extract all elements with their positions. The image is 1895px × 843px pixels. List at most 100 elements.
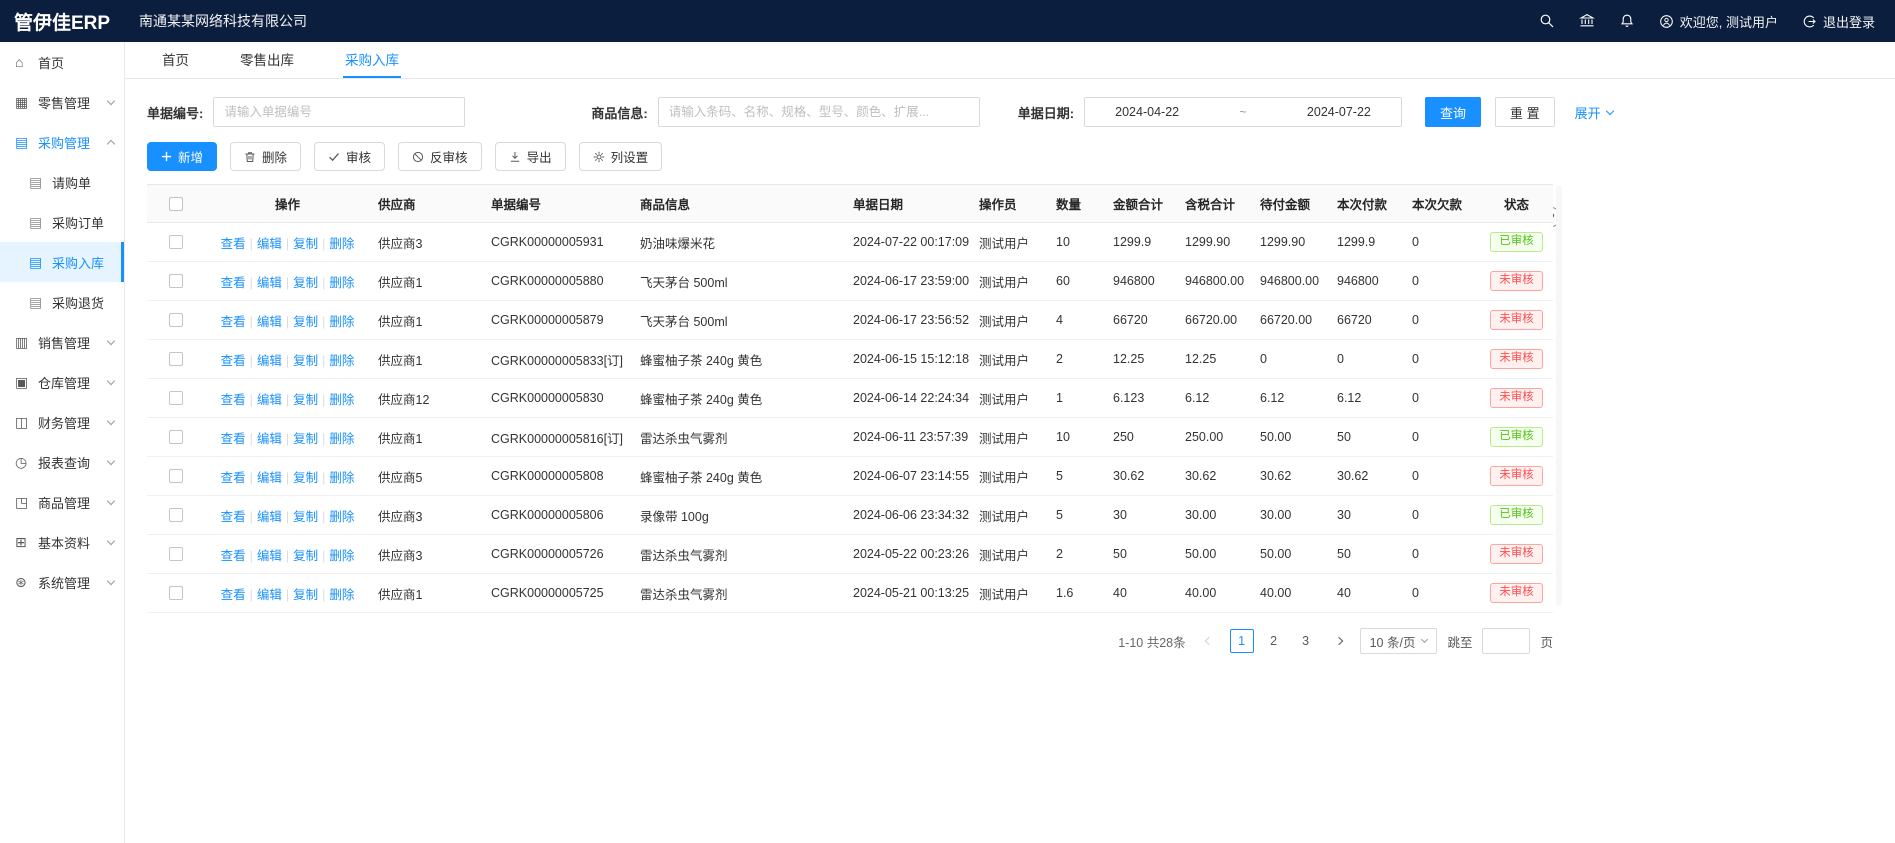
- bell-icon[interactable]: [1619, 13, 1635, 29]
- row-action-edit[interactable]: 编辑: [257, 510, 282, 524]
- sidebar-item-label: 首页: [38, 53, 114, 72]
- delete-button[interactable]: 删除: [230, 142, 301, 171]
- sidebar-item-purchase-return[interactable]: ▤采购退货: [0, 282, 124, 322]
- row-action-view[interactable]: 查看: [221, 549, 246, 563]
- bill-no-input[interactable]: [213, 97, 465, 127]
- jump-page-input[interactable]: [1482, 628, 1530, 654]
- row-action-edit[interactable]: 编辑: [257, 432, 282, 446]
- row-action-edit[interactable]: 编辑: [257, 354, 282, 368]
- column-settings-button[interactable]: 列设置: [579, 142, 663, 171]
- column-header-paid: 本次付款: [1329, 185, 1404, 223]
- sidebar-item-purchase-order[interactable]: ▤采购订单: [0, 202, 124, 242]
- row-action-delete[interactable]: 删除: [329, 471, 354, 485]
- unaudit-button[interactable]: 反审核: [398, 142, 482, 171]
- prev-page-button[interactable]: [1198, 629, 1220, 653]
- tab-home[interactable]: 首页: [160, 42, 191, 78]
- row-checkbox[interactable]: [169, 391, 183, 405]
- row-checkbox[interactable]: [169, 352, 183, 366]
- row-action-edit[interactable]: 编辑: [257, 237, 282, 251]
- logout-button[interactable]: 退出登录: [1802, 12, 1875, 31]
- sidebar-item-report[interactable]: ◷报表查询: [0, 442, 124, 482]
- welcome-user[interactable]: 欢迎您, 测试用户: [1659, 12, 1778, 31]
- row-action-copy[interactable]: 复制: [293, 588, 318, 602]
- search-icon[interactable]: [1539, 13, 1555, 29]
- table-scrollbar[interactable]: [1556, 186, 1562, 606]
- row-action-delete[interactable]: 删除: [329, 432, 354, 446]
- row-action-delete[interactable]: 删除: [329, 354, 354, 368]
- search-button[interactable]: 查询: [1425, 97, 1481, 127]
- row-action-copy[interactable]: 复制: [293, 276, 318, 290]
- row-action-view[interactable]: 查看: [221, 237, 246, 251]
- date-range-picker[interactable]: 2024-04-22 ~ 2024-07-22: [1084, 97, 1402, 127]
- row-action-delete[interactable]: 删除: [329, 237, 354, 251]
- row-action-view[interactable]: 查看: [221, 315, 246, 329]
- row-action-edit[interactable]: 编辑: [257, 315, 282, 329]
- row-action-delete[interactable]: 删除: [329, 276, 354, 290]
- page-size-select[interactable]: 10 条/页: [1360, 628, 1438, 654]
- row-action-delete[interactable]: 删除: [329, 315, 354, 329]
- sidebar-item-retail[interactable]: ▦零售管理: [0, 82, 124, 122]
- date-to[interactable]: 2024-07-22: [1307, 105, 1371, 119]
- date-from[interactable]: 2024-04-22: [1115, 105, 1179, 119]
- sidebar-item-purchase-request[interactable]: ▤请购单: [0, 162, 124, 202]
- row-action-delete[interactable]: 删除: [329, 549, 354, 563]
- row-action-copy[interactable]: 复制: [293, 510, 318, 524]
- page-button-3[interactable]: 3: [1294, 629, 1318, 653]
- row-action-copy[interactable]: 复制: [293, 237, 318, 251]
- tab-retail-outbound[interactable]: 零售出库: [238, 42, 296, 78]
- row-checkbox[interactable]: [169, 430, 183, 444]
- row-action-edit[interactable]: 编辑: [257, 549, 282, 563]
- row-checkbox[interactable]: [169, 313, 183, 327]
- sidebar-item-warehouse[interactable]: ▣仓库管理: [0, 362, 124, 402]
- row-checkbox[interactable]: [169, 274, 183, 288]
- expand-filters-link[interactable]: 展开: [1575, 103, 1613, 122]
- row-action-edit[interactable]: 编辑: [257, 393, 282, 407]
- action-separator: |: [322, 588, 325, 602]
- row-checkbox[interactable]: [169, 469, 183, 483]
- sidebar-item-sales[interactable]: ▥销售管理: [0, 322, 124, 362]
- row-action-copy[interactable]: 复制: [293, 471, 318, 485]
- row-checkbox[interactable]: [169, 547, 183, 561]
- row-action-view[interactable]: 查看: [221, 276, 246, 290]
- row-checkbox[interactable]: [169, 235, 183, 249]
- row-action-view[interactable]: 查看: [221, 510, 246, 524]
- row-action-edit[interactable]: 编辑: [257, 588, 282, 602]
- row-action-copy[interactable]: 复制: [293, 354, 318, 368]
- tab-purchase-inbound[interactable]: 采购入库: [343, 42, 401, 78]
- select-all-checkbox[interactable]: [169, 197, 183, 211]
- row-checkbox[interactable]: [169, 508, 183, 522]
- cell-debt: 0: [1404, 496, 1480, 535]
- sidebar-item-finance[interactable]: ◫财务管理: [0, 402, 124, 442]
- row-action-delete[interactable]: 删除: [329, 510, 354, 524]
- row-action-view[interactable]: 查看: [221, 432, 246, 446]
- reset-button[interactable]: 重 置: [1495, 97, 1555, 127]
- page-button-2[interactable]: 2: [1262, 629, 1286, 653]
- row-action-copy[interactable]: 复制: [293, 549, 318, 563]
- row-action-edit[interactable]: 编辑: [257, 471, 282, 485]
- bank-icon[interactable]: [1579, 13, 1595, 29]
- row-action-delete[interactable]: 删除: [329, 393, 354, 407]
- sidebar-item-home[interactable]: ⌂首页: [0, 42, 124, 82]
- row-action-copy[interactable]: 复制: [293, 393, 318, 407]
- row-action-edit[interactable]: 编辑: [257, 276, 282, 290]
- row-checkbox[interactable]: [169, 586, 183, 600]
- row-action-copy[interactable]: 复制: [293, 315, 318, 329]
- row-action-view[interactable]: 查看: [221, 393, 246, 407]
- row-action-view[interactable]: 查看: [221, 354, 246, 368]
- chevron-right-icon: [1334, 637, 1342, 645]
- sidebar-item-purchase-inbound[interactable]: ▤采购入库: [0, 242, 124, 282]
- row-action-delete[interactable]: 删除: [329, 588, 354, 602]
- audit-button[interactable]: 审核: [314, 142, 385, 171]
- next-page-button[interactable]: [1328, 629, 1350, 653]
- add-button[interactable]: 新增: [147, 142, 217, 171]
- sidebar-item-system[interactable]: ⊛系统管理: [0, 562, 124, 602]
- export-button[interactable]: 导出: [495, 142, 566, 171]
- sidebar-item-basic[interactable]: ⊞基本资料: [0, 522, 124, 562]
- row-action-copy[interactable]: 复制: [293, 432, 318, 446]
- page-button-1[interactable]: 1: [1230, 629, 1254, 653]
- product-info-input[interactable]: [658, 97, 980, 127]
- row-action-view[interactable]: 查看: [221, 588, 246, 602]
- sidebar-item-product[interactable]: ◳商品管理: [0, 482, 124, 522]
- sidebar-item-purchase[interactable]: ▤采购管理: [0, 122, 124, 162]
- row-action-view[interactable]: 查看: [221, 471, 246, 485]
